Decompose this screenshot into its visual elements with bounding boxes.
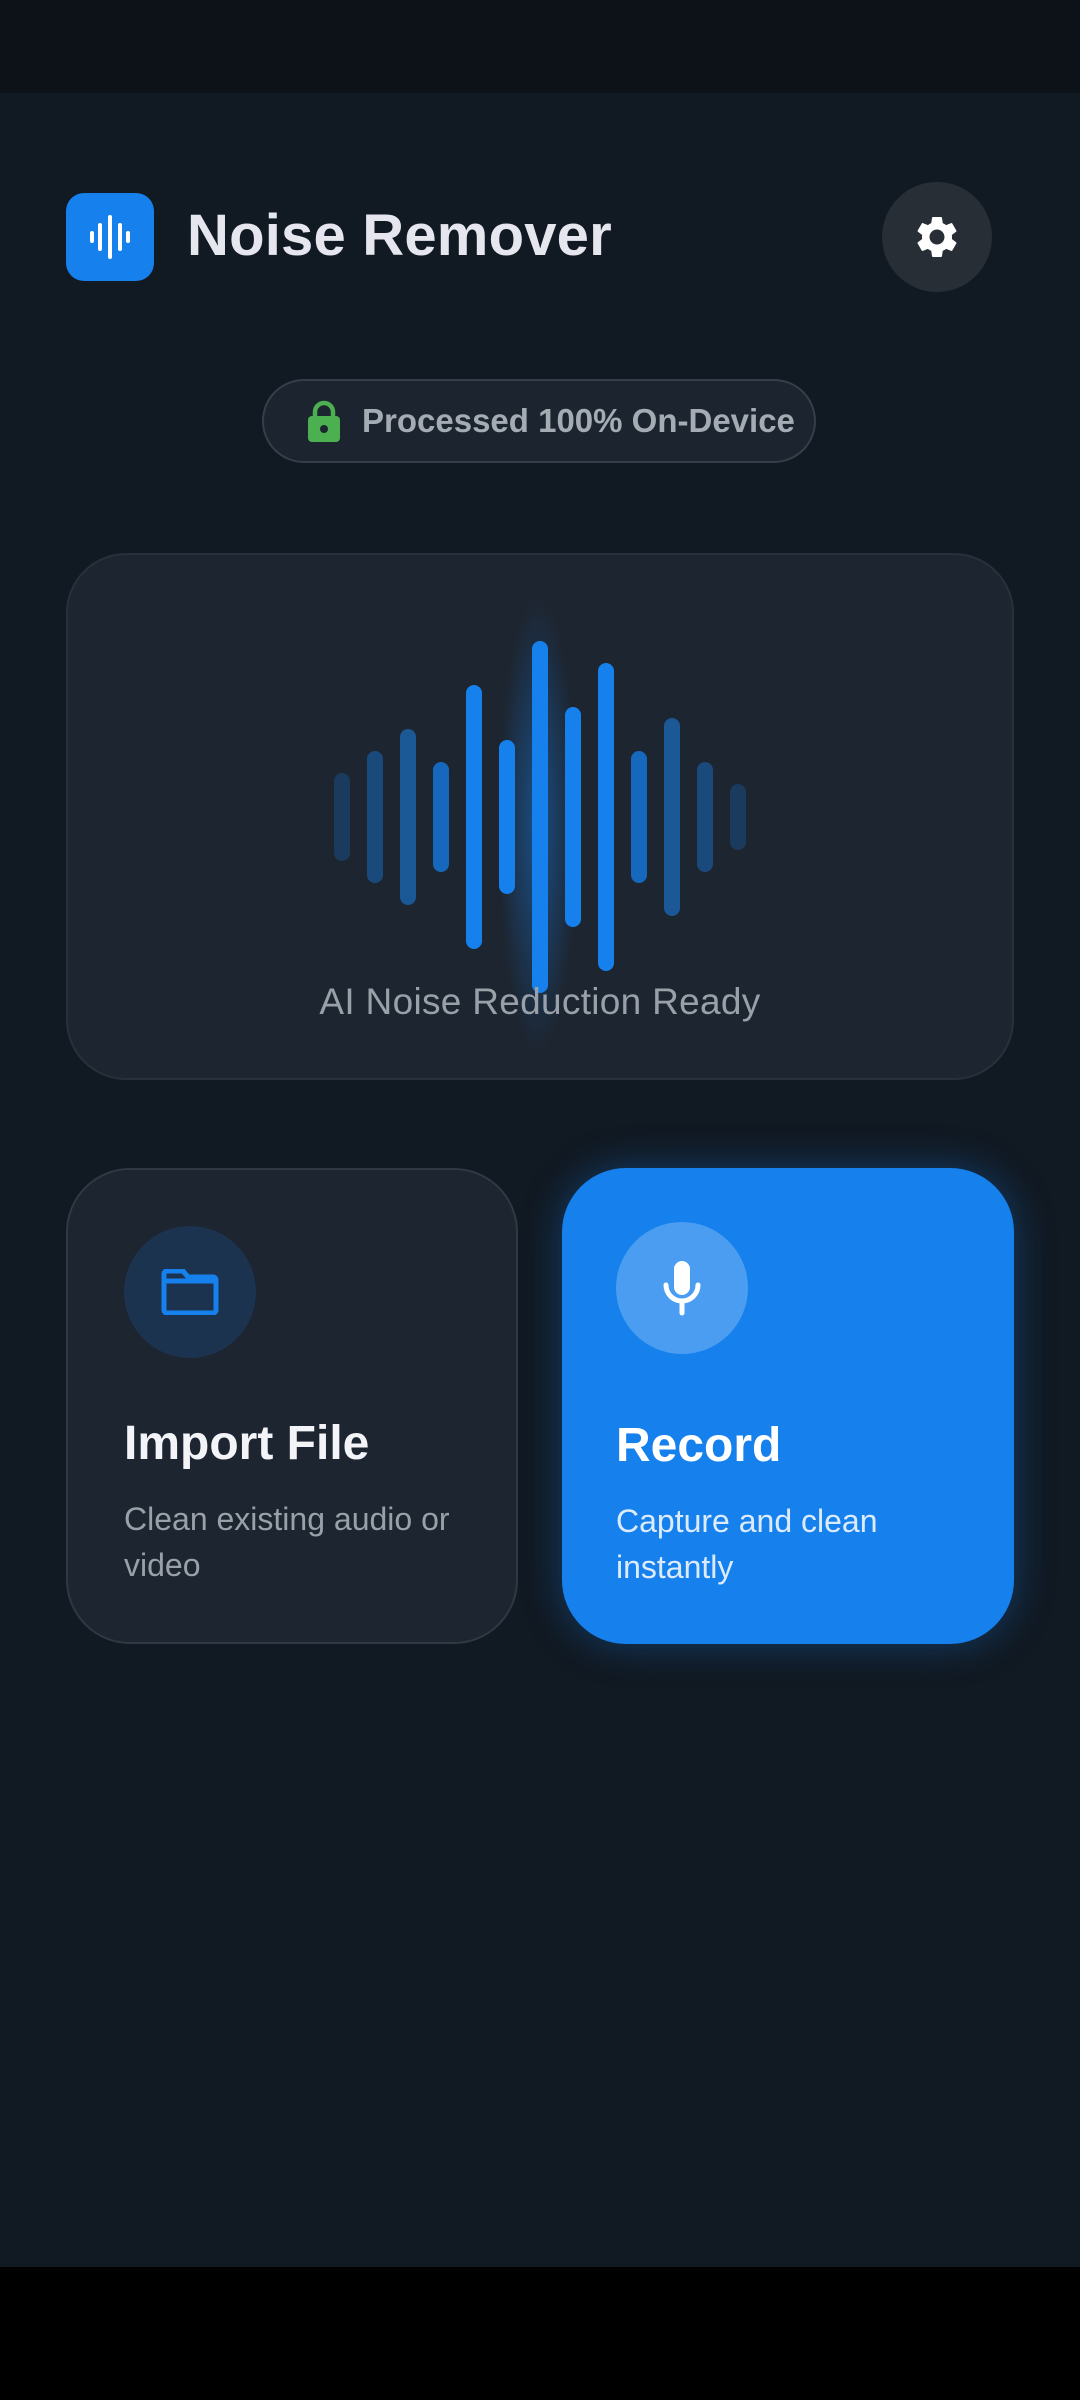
waveform-bar [532, 641, 548, 993]
record-card[interactable]: Record Capture and clean instantly [562, 1168, 1014, 1644]
waveform-bar [565, 707, 581, 927]
waveform-bar [499, 740, 515, 894]
navigation-bar [0, 2267, 1080, 2400]
waveform-bar [466, 685, 482, 949]
record-title: Record [616, 1419, 782, 1472]
waveform-bar [334, 773, 350, 861]
hero-card: AI Noise Reduction Ready [66, 553, 1014, 1080]
waveform-bar [730, 784, 746, 850]
waveform-bar [367, 751, 383, 883]
status-bar [0, 0, 1080, 93]
app-logo [66, 193, 154, 281]
waveform-icon [90, 215, 130, 259]
waveform-bar [697, 762, 713, 872]
folder-icon [161, 1269, 219, 1315]
microphone-icon [663, 1261, 701, 1316]
lock-icon [308, 400, 340, 442]
settings-button[interactable] [882, 182, 992, 292]
waveform-bar [598, 663, 614, 971]
app-title: Noise Remover [187, 203, 612, 268]
privacy-badge-text: Processed 100% On-Device [362, 402, 795, 439]
privacy-badge: Processed 100% On-Device [262, 379, 816, 463]
waveform-bar [400, 729, 416, 905]
record-icon-circle [616, 1222, 748, 1354]
import-file-title: Import File [124, 1417, 370, 1470]
hero-caption: AI Noise Reduction Ready [319, 981, 761, 1022]
waveform-bar [631, 751, 647, 883]
record-subtitle: Capture and clean instantly [616, 1503, 878, 1585]
import-icon-circle [124, 1226, 256, 1358]
import-file-subtitle: Clean existing audio or video [124, 1501, 450, 1583]
waveform-bar [433, 762, 449, 872]
import-file-card[interactable]: Import File Clean existing audio or vide… [66, 1168, 518, 1644]
waveform-bar [664, 718, 680, 916]
gear-icon [917, 217, 957, 257]
